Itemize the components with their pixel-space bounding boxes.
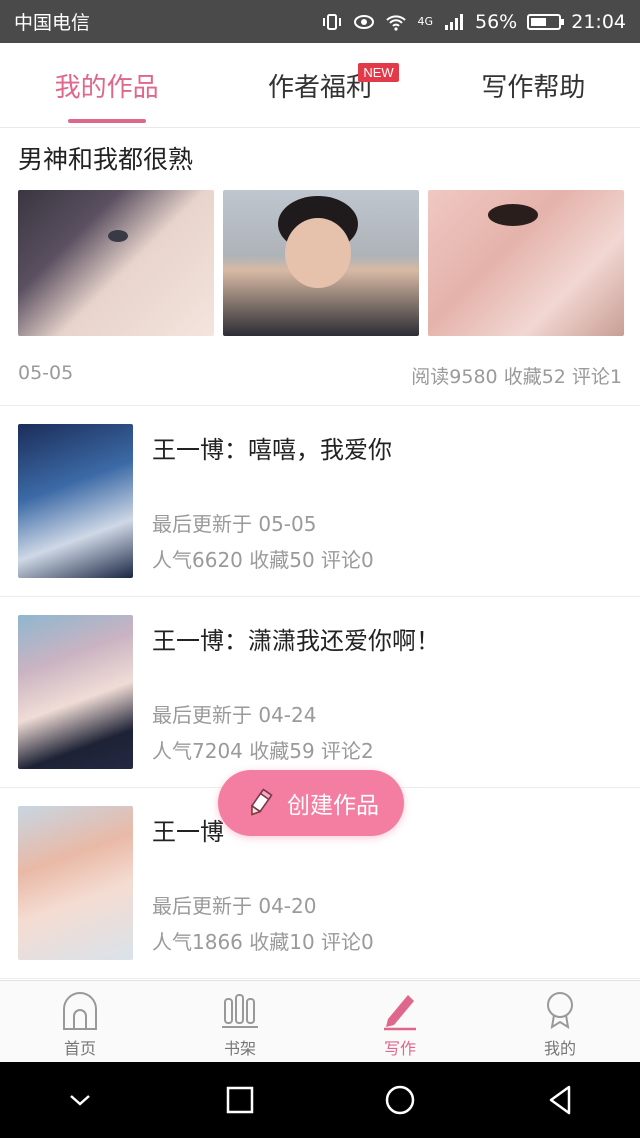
bookshelf-icon bbox=[222, 994, 258, 1028]
face-shape bbox=[285, 218, 351, 288]
status-icons: 4G 56% 21:04 bbox=[321, 11, 626, 33]
home-circle-icon[interactable] bbox=[383, 1083, 417, 1117]
work-row[interactable]: 王一博：嘻嘻，我爱你 最后更新于 05-05 人气6620 收藏50 评论0 bbox=[0, 406, 640, 597]
tab-label: 作者福利 bbox=[267, 72, 372, 103]
work-stats: 人气7204 收藏59 评论2 bbox=[152, 739, 374, 763]
nav-home[interactable]: 首页 bbox=[0, 981, 160, 1062]
nav-label: 首页 bbox=[63, 1039, 96, 1058]
top-tabs: 我的作品 作者福利 NEW 写作帮助 bbox=[0, 43, 640, 128]
tab-my-works[interactable]: 我的作品 bbox=[0, 43, 213, 127]
profile-icon bbox=[547, 992, 573, 1030]
tab-writing-help[interactable]: 写作帮助 bbox=[427, 43, 640, 127]
work-cover bbox=[18, 615, 133, 769]
vibrate-icon bbox=[323, 13, 342, 30]
bottom-navigation: 首页 书架 写作 我的 bbox=[0, 980, 640, 1062]
battery-fill bbox=[531, 17, 547, 26]
featured-stats: 阅读9580 收藏52 评论1 bbox=[411, 366, 622, 388]
battery-percent: 56% bbox=[475, 10, 518, 33]
create-button-label: 创建作品 bbox=[287, 793, 379, 819]
eye-icon bbox=[354, 14, 375, 29]
nav-profile[interactable]: 我的 bbox=[480, 981, 640, 1062]
pencil-icon bbox=[251, 788, 273, 816]
nav-bookshelf[interactable]: 书架 bbox=[160, 981, 320, 1062]
chevron-down-icon[interactable] bbox=[63, 1083, 97, 1117]
work-title: 王一博 bbox=[152, 818, 224, 846]
work-stats: 人气6620 收藏50 评论0 bbox=[152, 548, 374, 572]
work-title: 王一博：潇潇我还爱你啊！ bbox=[152, 627, 440, 655]
nav-write[interactable]: 写作 bbox=[320, 981, 480, 1062]
featured-thumbnails bbox=[18, 190, 624, 336]
tab-label: 写作帮助 bbox=[481, 72, 586, 103]
active-tab-indicator bbox=[67, 119, 146, 123]
featured-title: 男神和我都很熟 bbox=[18, 145, 194, 174]
featured-image-2[interactable] bbox=[223, 190, 419, 336]
tab-author-benefits[interactable]: 作者福利 NEW bbox=[213, 43, 426, 127]
wifi-icon bbox=[386, 14, 407, 31]
carrier-label: 中国电信 bbox=[14, 12, 91, 34]
battery-icon bbox=[527, 13, 565, 30]
featured-image-1[interactable] bbox=[18, 190, 214, 336]
signal-icon bbox=[445, 13, 463, 30]
system-navigation-bar bbox=[0, 1062, 640, 1138]
recent-apps-icon[interactable] bbox=[223, 1083, 257, 1117]
create-work-button[interactable]: 创建作品 bbox=[218, 770, 404, 836]
featured-work-card[interactable]: 男神和我都很熟 05-05 阅读9580 收藏52 评论1 bbox=[0, 128, 640, 406]
nav-label: 写作 bbox=[383, 1039, 416, 1058]
new-badge: NEW bbox=[358, 63, 399, 82]
work-row[interactable]: 王一博：潇潇我还爱你啊！ 最后更新于 04-24 人气7204 收藏59 评论2 bbox=[0, 597, 640, 788]
featured-image-3[interactable] bbox=[428, 190, 624, 336]
eye-shape bbox=[108, 230, 128, 242]
work-cover bbox=[18, 806, 133, 960]
home-icon bbox=[63, 992, 97, 1030]
work-updated: 最后更新于 04-24 bbox=[152, 703, 317, 727]
nav-label: 书架 bbox=[223, 1039, 256, 1058]
back-icon[interactable] bbox=[543, 1083, 577, 1117]
work-updated: 最后更新于 04-20 bbox=[152, 894, 317, 918]
work-stats: 人气1866 收藏10 评论0 bbox=[152, 930, 374, 954]
eye-shape bbox=[488, 204, 538, 226]
network-type-label: 4G bbox=[417, 15, 433, 28]
work-cover bbox=[18, 424, 133, 578]
work-title: 王一博：嘻嘻，我爱你 bbox=[152, 436, 392, 464]
pen-icon bbox=[384, 995, 416, 1031]
tab-label: 我的作品 bbox=[54, 72, 159, 103]
work-updated: 最后更新于 05-05 bbox=[152, 512, 317, 536]
status-bar: 中国电信 4G 56% 21:04 bbox=[0, 0, 640, 43]
featured-date: 05-05 bbox=[18, 362, 74, 384]
nav-label: 我的 bbox=[543, 1039, 576, 1058]
clock: 21:04 bbox=[571, 10, 626, 33]
